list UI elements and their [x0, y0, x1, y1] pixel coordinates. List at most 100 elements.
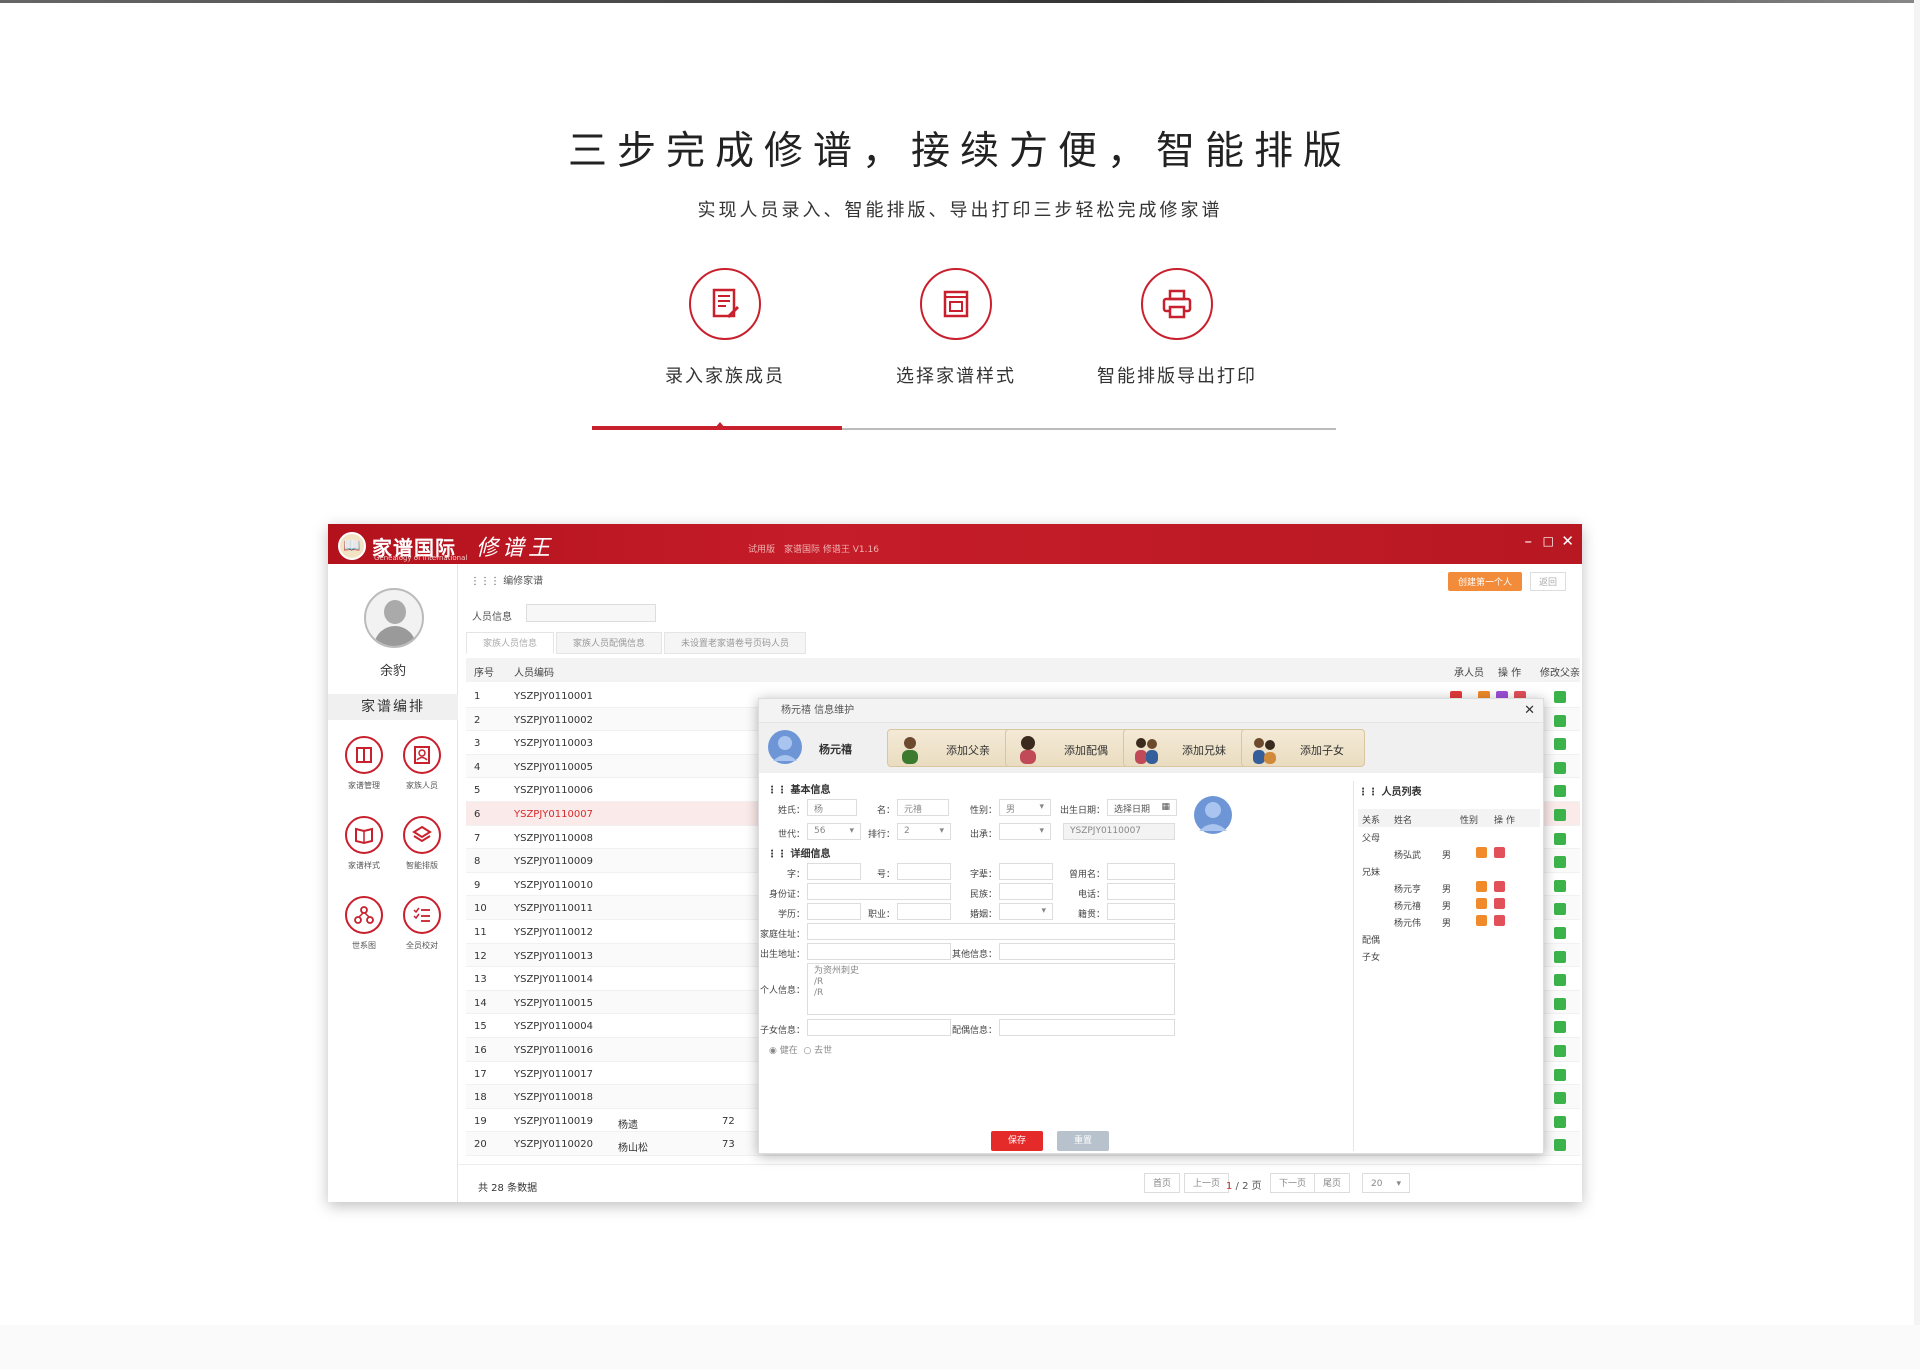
- job-field[interactable]: [897, 903, 951, 920]
- tab-family-members[interactable]: 家族人员信息: [466, 632, 555, 654]
- change-father-icon[interactable]: [1554, 832, 1566, 845]
- delete-icon[interactable]: [1494, 847, 1505, 858]
- delete-icon[interactable]: [1494, 881, 1505, 892]
- sidebar-item-family-members[interactable]: 家族人员: [390, 736, 454, 791]
- add-child-button[interactable]: 添加子女: [1241, 729, 1365, 767]
- reset-button[interactable]: 重置: [1057, 1131, 1109, 1151]
- person-list-item[interactable]: 杨元伟 男: [1358, 914, 1540, 930]
- change-father-icon[interactable]: [1554, 691, 1566, 703]
- person-list-group: 父母: [1358, 829, 1540, 845]
- change-father-icon[interactable]: [1554, 738, 1566, 751]
- sidebar-item-proofread[interactable]: 全员校对: [390, 896, 454, 951]
- person-list-item[interactable]: 杨元禧 男: [1358, 897, 1540, 913]
- step-layout-print[interactable]: 智能排版导出打印: [1057, 268, 1297, 388]
- dialog-close-icon[interactable]: ✕: [1524, 699, 1535, 723]
- change-father-icon[interactable]: [1554, 927, 1566, 939]
- refresh-button[interactable]: 刷新: [792, 604, 826, 622]
- change-father-icon[interactable]: [1554, 974, 1566, 987]
- prev-page-button[interactable]: 上一页: [1184, 1173, 1230, 1193]
- personal-info-textarea[interactable]: 为资州刺史 /R /R: [807, 963, 1175, 1015]
- delete-icon[interactable]: [1494, 915, 1505, 926]
- surname-field[interactable]: 杨: [807, 799, 857, 816]
- birth-date-field[interactable]: 选择日期 ▦: [1107, 799, 1177, 816]
- add-sibling-button[interactable]: 添加兄妹: [1123, 729, 1247, 767]
- change-father-icon[interactable]: [1554, 856, 1566, 869]
- save-button[interactable]: 保存: [991, 1131, 1043, 1151]
- back-button[interactable]: 返回: [1529, 572, 1566, 591]
- row-generation: 72: [722, 1115, 735, 1127]
- close-button[interactable]: ✕: [1561, 532, 1574, 550]
- sidebar-item-label: 家族人员: [406, 781, 438, 790]
- change-father-icon[interactable]: [1554, 903, 1566, 916]
- change-father-icon[interactable]: [1554, 1115, 1566, 1128]
- change-father-icon[interactable]: [1554, 997, 1566, 1010]
- ethnic-field[interactable]: [999, 883, 1053, 900]
- first-page-button[interactable]: 首页: [1144, 1173, 1181, 1193]
- marriage-select[interactable]: ▾: [999, 903, 1053, 920]
- change-father-icon[interactable]: [1554, 809, 1566, 821]
- add-spouse-button[interactable]: 添加配偶: [1005, 729, 1129, 767]
- used-name-field[interactable]: [1107, 863, 1175, 880]
- life-status-radio[interactable]: ◉ 健在 ○ 去世: [769, 1043, 832, 1056]
- change-father-icon[interactable]: [1554, 761, 1566, 774]
- change-father-icon[interactable]: [1554, 714, 1566, 727]
- sidebar-item-genealogy-manage[interactable]: 家谱管理: [332, 736, 396, 791]
- change-father-icon[interactable]: [1554, 1139, 1566, 1152]
- sex-select[interactable]: 男 ▾: [999, 799, 1051, 816]
- change-father-icon[interactable]: [1554, 879, 1566, 892]
- hao-field[interactable]: [897, 863, 951, 880]
- five-generation-button[interactable]: 五代图: [734, 604, 777, 622]
- edit-icon[interactable]: [1476, 915, 1487, 926]
- sidebar-item-smart-layout[interactable]: 智能排版: [390, 816, 454, 871]
- delete-icon[interactable]: [1494, 898, 1505, 909]
- tab-spouse-info[interactable]: 家族人员配偶信息: [556, 632, 663, 654]
- change-father-icon[interactable]: [1554, 950, 1566, 963]
- edit-icon[interactable]: [1476, 847, 1487, 858]
- family-member-icon: [403, 736, 441, 774]
- other-info-field[interactable]: [999, 943, 1175, 960]
- step-choose-style[interactable]: 选择家谱样式: [836, 268, 1076, 388]
- person-list-item[interactable]: 杨元亨 男: [1358, 880, 1540, 896]
- given-name-field[interactable]: 元禧: [897, 799, 949, 816]
- step-label: 录入家族成员: [665, 366, 785, 387]
- export-excel-button[interactable]: 导出Excel: [900, 604, 958, 622]
- birthplace-field[interactable]: [807, 943, 951, 960]
- change-father-icon[interactable]: [1554, 785, 1566, 798]
- edit-icon[interactable]: [1476, 881, 1487, 892]
- caret-up-icon: [715, 422, 725, 428]
- change-father-icon[interactable]: [1554, 1021, 1566, 1034]
- person-photo-icon[interactable]: [1193, 795, 1233, 835]
- avatar[interactable]: [364, 588, 424, 648]
- page-size-select[interactable]: 20 ▾: [1362, 1173, 1410, 1193]
- phone-field[interactable]: [1107, 883, 1175, 900]
- change-father-icon[interactable]: [1554, 1092, 1566, 1105]
- change-father-icon[interactable]: [1554, 1045, 1566, 1057]
- person-list-item[interactable]: 杨弘武 男: [1358, 846, 1540, 862]
- spouse-info-field[interactable]: [999, 1019, 1175, 1036]
- children-info-field[interactable]: [807, 1019, 951, 1036]
- address-field[interactable]: [807, 923, 1175, 940]
- tab-unset-volume[interactable]: 未设置老家谱卷号页码人员: [664, 632, 807, 654]
- id-card-field[interactable]: [807, 883, 951, 900]
- maximize-button[interactable]: □: [1543, 534, 1554, 548]
- native-place-field[interactable]: [1107, 903, 1175, 920]
- global-search-button[interactable]: 全局搜索: [838, 604, 890, 622]
- sidebar-item-genealogy-style[interactable]: 家谱样式: [332, 816, 396, 871]
- rank-select[interactable]: 2 ▾: [897, 823, 951, 840]
- education-field[interactable]: [807, 903, 861, 920]
- next-page-button[interactable]: 下一页: [1270, 1173, 1316, 1193]
- query-genealogy-button[interactable]: 查询本家谱: [666, 604, 727, 622]
- create-first-person-button[interactable]: 创建第一个人: [1447, 572, 1522, 591]
- change-father-icon[interactable]: [1554, 1068, 1566, 1081]
- adoption-select[interactable]: ▾: [999, 823, 1051, 840]
- generation-select[interactable]: 56 ▾: [807, 823, 861, 840]
- sidebar-item-lineage-chart[interactable]: 世系图: [332, 896, 396, 951]
- edit-icon[interactable]: [1476, 898, 1487, 909]
- add-father-button[interactable]: 添加父亲: [887, 729, 1011, 767]
- person-search-input[interactable]: [526, 604, 656, 622]
- last-page-button[interactable]: 尾页: [1314, 1173, 1351, 1193]
- zibei-field[interactable]: [999, 863, 1053, 880]
- zi-field[interactable]: [807, 863, 861, 880]
- minimize-button[interactable]: –: [1525, 532, 1533, 550]
- step-enter-members[interactable]: 录入家族成员: [605, 268, 845, 388]
